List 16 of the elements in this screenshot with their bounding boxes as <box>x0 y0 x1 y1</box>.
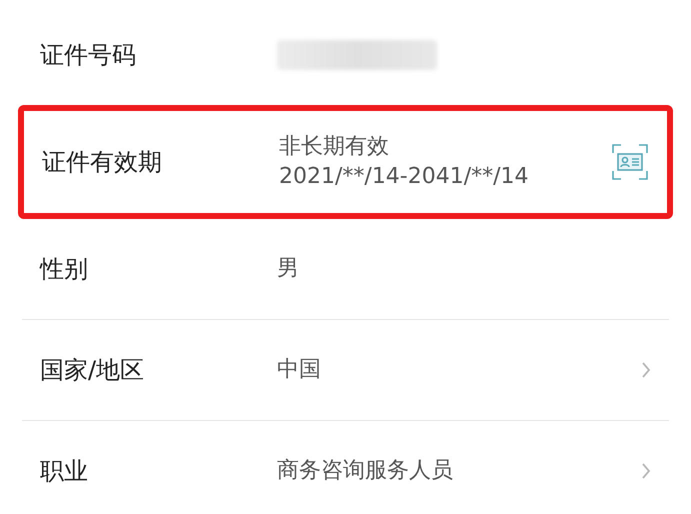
field-label: 职业 <box>40 456 89 487</box>
field-label: 证件号码 <box>40 40 137 71</box>
info-row[interactable]: 性别 男 <box>22 219 669 319</box>
field-value: 非长期有效 <box>279 133 390 161</box>
highlighted-row[interactable]: 证件有效期 非长期有效 2021/**/14-2041/**/14 <box>18 105 673 219</box>
info-row[interactable]: 职业 商务咨询服务人员 <box>22 421 669 514</box>
field-label: 国家/地区 <box>40 355 146 386</box>
field-value: 商务咨询服务人员 <box>277 457 454 485</box>
field-value: 男 <box>277 255 300 283</box>
info-row[interactable]: 国家/地区 中国 <box>22 320 669 420</box>
field-label: 证件有效期 <box>42 147 163 178</box>
field-value: 中国 <box>277 356 322 384</box>
field-value: 2021/**/14-2041/**/14 <box>279 163 530 191</box>
id-card-scan-icon[interactable] <box>611 143 649 181</box>
info-row[interactable]: 证件号码 <box>22 5 669 105</box>
field-label: 性别 <box>40 254 89 285</box>
